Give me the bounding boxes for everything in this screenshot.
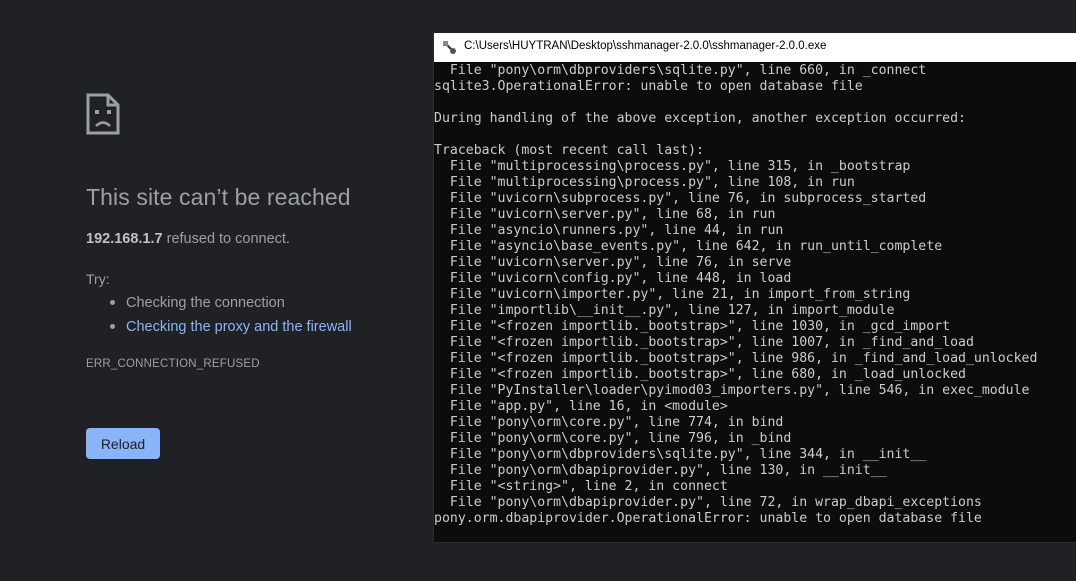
console-line: File "<frozen importlib._bootstrap>", li… <box>434 335 974 350</box>
reload-button[interactable]: Reload <box>86 428 160 459</box>
console-line: Traceback (most recent call last): <box>434 143 704 158</box>
suggestion-label: Checking the connection <box>126 295 285 311</box>
console-line: sqlite3.OperationalError: unable to open… <box>434 79 863 94</box>
error-description: 192.168.1.7 refused to connect. <box>86 231 290 247</box>
bullet-icon <box>110 324 115 329</box>
console-line: pony.orm.dbapiprovider.OperationalError:… <box>434 511 982 526</box>
console-title: C:\Users\HUYTRAN\Desktop\sshmanager-2.0.… <box>464 40 827 52</box>
suggestion-label[interactable]: Checking the proxy and the firewall <box>126 319 352 335</box>
error-code: ERR_CONNECTION_REFUSED <box>86 358 260 370</box>
console-line: File "pony\orm\dbapiprovider.py", line 7… <box>434 495 982 510</box>
console-line: File "<frozen importlib._bootstrap>", li… <box>434 351 1038 366</box>
console-line: File "asyncio\base_events.py", line 642,… <box>434 239 943 254</box>
console-line: File "multiprocessing\process.py", line … <box>434 159 911 174</box>
console-line: File "uvicorn\importer.py", line 21, in … <box>434 287 911 302</box>
suggestion-check-proxy-link[interactable]: Checking the proxy and the firewall <box>108 316 352 340</box>
host-address: 192.168.1.7 <box>86 231 163 247</box>
error-description-text: refused to connect. <box>162 231 290 247</box>
console-titlebar[interactable]: C:\Users\HUYTRAN\Desktop\sshmanager-2.0.… <box>434 33 1076 62</box>
console-line: File "uvicorn\server.py", line 68, in ru… <box>434 207 776 222</box>
console-line: File "<string>", line 2, in connect <box>434 479 728 494</box>
console-app-icon[interactable] <box>442 40 458 56</box>
console-line: File "uvicorn\server.py", line 76, in se… <box>434 255 792 270</box>
console-line: File "pony\orm\core.py", line 774, in bi… <box>434 415 784 430</box>
console-line: During handling of the above exception, … <box>434 111 966 126</box>
console-line: File "pony\orm\dbapiprovider.py", line 1… <box>434 463 887 478</box>
console-line: File "PyInstaller\loader\pyimod03_import… <box>434 383 1030 398</box>
sad-page-icon <box>86 93 120 135</box>
console-line: File "pony\orm\core.py", line 796, in _b… <box>434 431 792 446</box>
console-line: File "importlib\__init__.py", line 127, … <box>434 303 895 318</box>
console-line: File "asyncio\runners.py", line 44, in r… <box>434 223 784 238</box>
console-line: File "<frozen importlib._bootstrap>", li… <box>434 319 951 334</box>
console-line: File "multiprocessing\process.py", line … <box>434 175 855 190</box>
console-output[interactable]: File "pony\orm\dbproviders\sqlite.py", l… <box>434 63 1076 527</box>
try-label: Try: <box>86 271 110 287</box>
suggestion-check-connection: Checking the connection <box>108 292 352 316</box>
console-line: File "app.py", line 16, in <module> <box>434 399 728 414</box>
console-line: File "<frozen importlib._bootstrap>", li… <box>434 367 966 382</box>
bullet-icon <box>110 300 115 305</box>
suggestion-list: Checking the connection Checking the pro… <box>108 292 352 340</box>
console-window[interactable]: C:\Users\HUYTRAN\Desktop\sshmanager-2.0.… <box>433 33 1076 543</box>
page-title: This site can’t be reached <box>86 184 351 210</box>
console-line: File "pony\orm\dbproviders\sqlite.py", l… <box>434 447 927 462</box>
console-line: File "pony\orm\dbproviders\sqlite.py", l… <box>434 63 927 78</box>
console-line: File "uvicorn\config.py", line 448, in l… <box>434 271 792 286</box>
console-line: File "uvicorn\subprocess.py", line 76, i… <box>434 191 927 206</box>
